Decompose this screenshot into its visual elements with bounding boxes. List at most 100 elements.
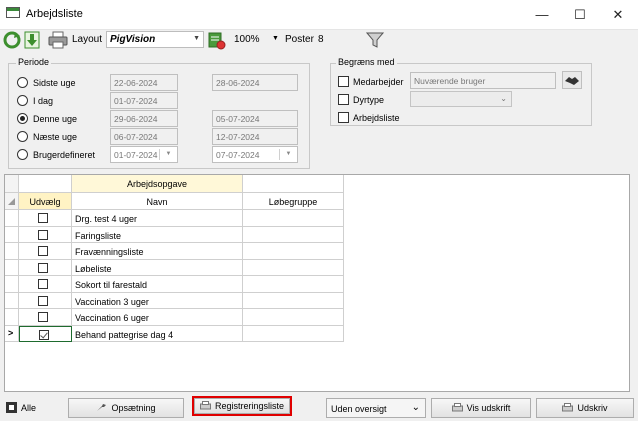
refresh-icon[interactable]	[3, 31, 21, 49]
row-header[interactable]	[5, 309, 19, 326]
lobegruppe-cell[interactable]	[243, 226, 344, 243]
title-bar: Arbejdsliste — ☐ ✕	[0, 0, 638, 30]
udvaelg-cell[interactable]	[19, 226, 72, 243]
calendar-dropdown-icon[interactable]: ▼	[159, 149, 177, 160]
periode-to-date: 28-06-2024	[212, 74, 298, 91]
opsaetning-button[interactable]: Opsætning	[68, 398, 184, 418]
user-select-button[interactable]	[562, 71, 582, 89]
task-name-cell[interactable]: Vaccination 3 uger	[72, 292, 243, 309]
arbejdsliste-checkbox[interactable]	[338, 112, 349, 123]
layout-settings-icon[interactable]	[208, 32, 226, 50]
udvaelg-cell[interactable]	[19, 292, 72, 309]
lobegruppe-cell[interactable]	[243, 259, 344, 276]
dyrtype-select[interactable]: ⌄	[410, 91, 512, 107]
row-header[interactable]	[5, 243, 19, 260]
column-header-udvaelg[interactable]: Udvælg	[19, 193, 72, 210]
row-header[interactable]	[5, 210, 19, 227]
udvaelg-cell[interactable]	[19, 276, 72, 293]
row-select-checkbox[interactable]	[38, 229, 48, 240]
lobegruppe-cell[interactable]	[243, 276, 344, 293]
oversigt-select[interactable]: Uden oversigt ⌄	[326, 398, 426, 418]
lobegruppe-cell[interactable]	[243, 325, 344, 342]
row-select-checkbox[interactable]	[38, 262, 48, 273]
vis-udskrift-button[interactable]: Vis udskrift	[431, 398, 531, 418]
periode-to-date[interactable]: 07-07-2024 ▼	[212, 146, 298, 163]
dyrtype-checkbox[interactable]	[338, 94, 349, 105]
periode-to-value: 07-07-2024	[216, 150, 260, 160]
column-header-lobegruppe[interactable]: Løbegruppe	[243, 193, 344, 210]
sort-triangle-icon	[8, 198, 15, 205]
chevron-down-icon: ▼	[193, 35, 200, 42]
registreringsliste-button[interactable]: Registreringsliste	[194, 398, 290, 414]
oversigt-value: Uden oversigt	[331, 404, 387, 414]
filter-title: Begræns med	[336, 57, 397, 67]
periode-option-label: Næste uge	[33, 132, 78, 142]
task-name-cell[interactable]: Fravænningsliste	[72, 243, 243, 260]
row-header[interactable]	[5, 259, 19, 276]
poster-label: Poster	[285, 34, 314, 45]
dyrtype-label: Dyrtype	[353, 95, 385, 105]
periode-to-date: 12-07-2024	[212, 128, 298, 145]
udvaelg-cell[interactable]	[19, 309, 72, 326]
periode-radio[interactable]	[17, 77, 28, 88]
row-select-checkbox[interactable]	[38, 295, 48, 306]
close-button[interactable]: ✕	[598, 0, 638, 30]
udvaelg-cell[interactable]	[19, 259, 72, 276]
row-select-checkbox[interactable]	[38, 279, 48, 289]
minimize-button[interactable]: —	[522, 0, 562, 30]
row-select-checkbox[interactable]	[38, 213, 48, 223]
row-header[interactable]	[5, 292, 19, 309]
row-select-checkbox[interactable]	[38, 312, 48, 322]
alle-checkbox[interactable]	[6, 402, 17, 413]
calendar-dropdown-icon[interactable]: ▼	[279, 149, 297, 160]
column-header-navn[interactable]: Navn	[72, 193, 243, 210]
alle-label: Alle	[21, 403, 37, 413]
udvaelg-cell[interactable]	[19, 243, 72, 260]
lobegruppe-cell[interactable]	[243, 210, 344, 227]
download-icon[interactable]	[24, 31, 40, 49]
app-icon	[6, 7, 20, 18]
filter-icon[interactable]	[366, 31, 384, 49]
printer-icon[interactable]	[48, 31, 68, 49]
lobegruppe-cell[interactable]	[243, 309, 344, 326]
lobegruppe-cell[interactable]	[243, 292, 344, 309]
medarbejder-value: Nuværende bruger	[414, 76, 486, 86]
row-header[interactable]: >	[5, 325, 19, 342]
row-select-checkbox[interactable]	[39, 329, 49, 340]
periode-radio[interactable]	[17, 149, 28, 160]
lobegruppe-cell[interactable]	[243, 243, 344, 260]
row-select-checkbox[interactable]	[38, 246, 48, 256]
periode-to-value: 28-06-2024	[216, 78, 260, 88]
periode-option-label: Brugerdefineret	[33, 150, 96, 160]
udskriv-button[interactable]: Udskriv	[536, 398, 634, 418]
layout-value: PigVision	[110, 34, 156, 45]
zoom-select[interactable]: 100% ▼	[232, 31, 280, 48]
layout-select[interactable]: PigVision ▼	[106, 31, 204, 48]
periode-to-value: 12-07-2024	[216, 132, 260, 142]
periode-from-date[interactable]: 01-07-2024 ▼	[110, 146, 178, 163]
maximize-button[interactable]: ☐	[560, 0, 600, 30]
periode-title: Periode	[16, 57, 52, 67]
task-name-cell[interactable]: Vaccination 6 uger	[72, 309, 243, 326]
task-name-cell[interactable]: Sokort til farestald	[72, 276, 243, 293]
udvaelg-cell[interactable]	[19, 210, 72, 227]
grid-group-spacer-right	[243, 175, 344, 193]
task-name-cell[interactable]: Drg. test 4 uger	[72, 210, 243, 227]
periode-from-value: 01-07-2024	[114, 96, 158, 106]
task-name-cell[interactable]: Behand pattegrise dag 4	[72, 325, 243, 342]
grid-corner	[5, 175, 19, 193]
periode-option-label: Denne uge	[33, 114, 78, 124]
window-title: Arbejdsliste	[26, 8, 83, 20]
medarbejder-checkbox[interactable]	[338, 76, 349, 87]
udvaelg-cell[interactable]	[19, 325, 72, 342]
task-name-cell[interactable]: Faringsliste	[72, 226, 243, 243]
row-header[interactable]	[5, 226, 19, 243]
vis-udskrift-label: Vis udskrift	[466, 403, 511, 413]
printer-icon	[199, 401, 211, 410]
periode-radio[interactable]	[17, 113, 28, 124]
row-header[interactable]	[5, 276, 19, 293]
task-name-cell[interactable]: Løbeliste	[72, 259, 243, 276]
periode-radio[interactable]	[17, 95, 28, 106]
arbejdsliste-label: Arbejdsliste	[353, 113, 400, 123]
periode-radio[interactable]	[17, 131, 28, 142]
